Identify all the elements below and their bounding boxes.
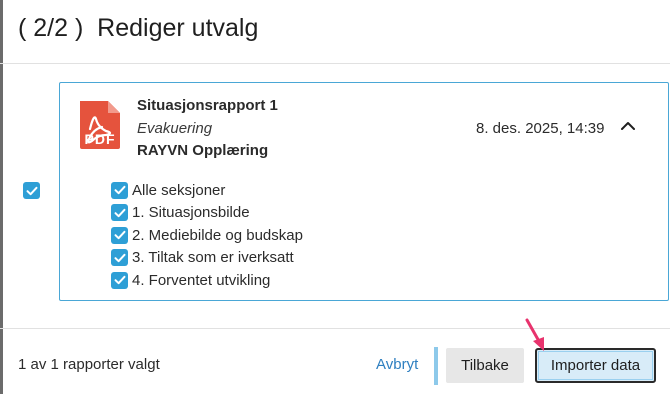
section-checkbox[interactable]	[111, 204, 128, 222]
section-item-all[interactable]: Alle seksjoner	[111, 179, 303, 202]
section-item-2[interactable]: 2. Mediebilde og budskap	[111, 224, 303, 247]
check-icon	[114, 208, 125, 217]
check-icon	[114, 231, 125, 240]
back-button[interactable]: Tilbake	[446, 348, 524, 383]
report-subtitle: Evakuering	[137, 120, 213, 137]
section-item-3[interactable]: 3. Tiltak som er iverksatt	[111, 247, 303, 270]
check-icon	[26, 186, 37, 195]
section-item-4[interactable]: 4. Forventet utvikling	[111, 269, 303, 292]
dialog-footer: 1 av 1 rapporter valgt Avbryt Tilbake Im…	[0, 328, 670, 394]
check-icon	[114, 253, 125, 262]
section-item-1[interactable]: 1. Situasjonsbilde	[111, 202, 303, 225]
edit-selection-dialog: ( 2/2 ) Rediger utvalg PDF Situasjonsrap…	[0, 0, 670, 394]
section-checkbox[interactable]	[111, 249, 128, 267]
section-checkbox[interactable]	[111, 226, 128, 244]
pdf-label: PDF	[84, 131, 116, 147]
chevron-up-icon[interactable]	[620, 119, 636, 133]
annotation-arrow-icon	[525, 318, 544, 351]
check-icon	[114, 276, 125, 285]
section-label: 1. Situasjonsbilde	[132, 204, 250, 222]
report-card: PDF Situasjonsrapport 1 Evakuering RAYVN…	[59, 82, 669, 301]
dialog-header: ( 2/2 ) Rediger utvalg	[0, 0, 670, 64]
section-label: 3. Tiltak som er iverksatt	[132, 249, 294, 267]
dialog-title: ( 2/2 ) Rediger utvalg	[18, 14, 259, 42]
section-checkbox[interactable]	[111, 271, 128, 289]
section-label: 4. Forventet utvikling	[132, 271, 271, 289]
report-datetime: 8. des. 2025, 14:39	[476, 120, 605, 137]
report-title: Situasjonsrapport 1	[137, 97, 278, 114]
focus-divider	[434, 347, 438, 385]
section-label: Alle seksjoner	[132, 181, 226, 199]
import-data-button[interactable]: Importer data	[535, 348, 656, 383]
cancel-button[interactable]: Avbryt	[376, 356, 418, 373]
check-icon	[114, 186, 125, 195]
report-organization: RAYVN Opplæring	[137, 142, 269, 159]
section-label: 2. Mediebilde og budskap	[132, 226, 303, 244]
section-list: Alle seksjoner 1. Situasjonsbilde 2. Med…	[111, 179, 303, 292]
selection-status: 1 av 1 rapporter valgt	[18, 356, 160, 373]
report-select-checkbox[interactable]	[23, 182, 40, 199]
section-checkbox[interactable]	[111, 181, 128, 199]
